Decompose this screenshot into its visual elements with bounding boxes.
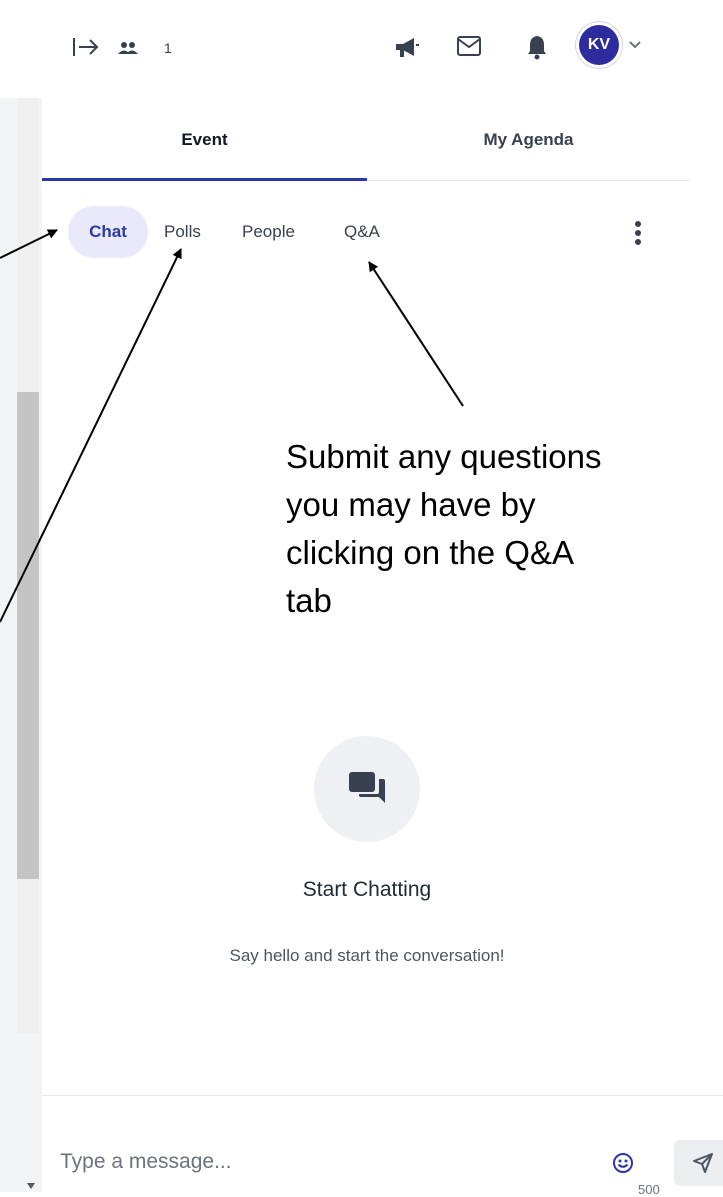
user-avatar[interactable]: KV	[579, 25, 619, 65]
empty-state-title: Start Chatting	[302, 878, 432, 901]
message-composer	[42, 1095, 723, 1193]
chat-bubble-icon	[349, 772, 385, 803]
tab-my-agenda[interactable]: My Agenda	[367, 100, 690, 180]
tab-event[interactable]: Event	[42, 100, 367, 181]
subtab-polls[interactable]: Polls	[164, 206, 201, 258]
mail-icon[interactable]	[456, 35, 482, 57]
main-tabs: Event My Agenda	[42, 100, 690, 181]
emoji-icon[interactable]	[612, 1152, 634, 1174]
panel-header: 1 KV	[42, 0, 723, 95]
attendee-count: 1	[164, 40, 172, 56]
subtab-people[interactable]: People	[242, 206, 295, 258]
subtab-qa[interactable]: Q&A	[344, 206, 380, 258]
message-input[interactable]	[60, 1139, 570, 1185]
scrollbar-down-arrow[interactable]	[27, 1183, 35, 1189]
collapse-panel-icon[interactable]	[72, 36, 100, 58]
more-vertical-icon[interactable]	[634, 220, 642, 246]
megaphone-icon[interactable]	[394, 35, 420, 59]
send-icon	[693, 1153, 713, 1173]
character-counter: 500	[638, 1182, 660, 1197]
attendees-icon[interactable]	[118, 41, 138, 55]
arrow-to-qa	[368, 261, 464, 407]
annotation-text: Submit any questions you may have by cli…	[286, 438, 602, 619]
send-button[interactable]	[674, 1140, 723, 1186]
subtab-chat[interactable]: Chat	[68, 206, 148, 258]
scrollbar-thumb[interactable]	[17, 392, 39, 879]
chevron-down-icon[interactable]	[628, 40, 642, 50]
bell-icon[interactable]	[526, 34, 548, 60]
empty-state-subtitle: Say hello and start the conversation!	[229, 946, 505, 965]
